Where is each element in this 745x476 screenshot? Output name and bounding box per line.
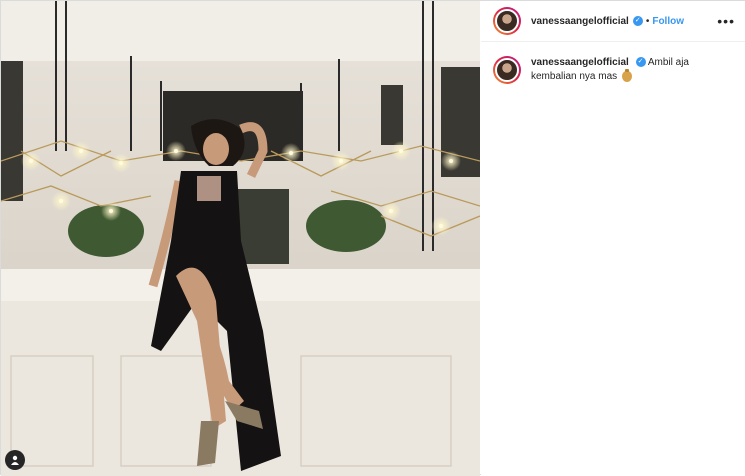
caption-avatar-image: [495, 58, 519, 82]
caption-avatar[interactable]: [493, 56, 521, 84]
post-header: vanessaangelofficial ✓ • Follow •••: [481, 1, 745, 42]
money-bag-icon: [621, 68, 632, 82]
user-icon: [11, 455, 19, 465]
caption-username-link[interactable]: vanessaangelofficial: [531, 57, 629, 68]
instagram-post: vanessaangelofficial ✓ • Follow ••• vane…: [0, 0, 745, 476]
follow-button[interactable]: Follow: [652, 16, 684, 27]
verified-badge-icon: ✓: [632, 16, 643, 26]
caption-text-block: vanessaangelofficial ✓ Ambil aja kembali…: [531, 56, 721, 84]
username-link[interactable]: vanessaangelofficial: [531, 16, 629, 27]
avatar-image: [495, 9, 519, 33]
post-sidebar: vanessaangelofficial ✓ • Follow ••• vane…: [481, 1, 745, 476]
caption: vanessaangelofficial ✓ Ambil aja kembali…: [481, 42, 745, 84]
caption-verified-badge-icon: ✓: [635, 57, 646, 68]
more-options-icon[interactable]: •••: [717, 14, 735, 28]
post-photo[interactable]: [1, 1, 480, 476]
tagged-user-button[interactable]: [5, 450, 25, 470]
avatar[interactable]: [493, 7, 521, 35]
post-photo-image: [1, 1, 480, 476]
separator-dot: •: [645, 15, 650, 27]
